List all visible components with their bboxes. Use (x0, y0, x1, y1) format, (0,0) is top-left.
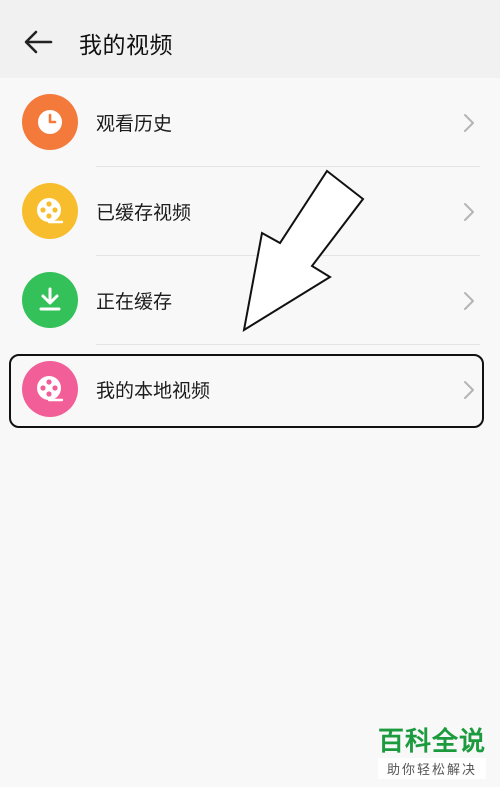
menu-item-label: 观看历史 (96, 113, 173, 135)
watermark-title: 百科全说 (377, 727, 486, 757)
menu-item-label: 正在缓存 (96, 291, 173, 313)
cached-videos-icon-circle (22, 183, 78, 239)
pointer-arrow-icon (242, 169, 365, 333)
back-button[interactable] (18, 24, 58, 60)
back-arrow-icon (24, 30, 53, 54)
menu-item-watch-history[interactable]: 观看历史 (0, 78, 500, 167)
menu-item-label: 已缓存视频 (96, 202, 192, 224)
chevron-right-icon (464, 114, 474, 132)
screen: 我的视频 观看历史 已缓存视频 正在缓存 我的本地视频 百科全说 助你轻松解决 (0, 0, 500, 787)
header-bar: 我的视频 (0, 0, 500, 78)
highlight-box (9, 354, 484, 428)
watch-history-icon-circle (22, 94, 78, 150)
page-title: 我的视频 (79, 33, 173, 59)
film-reel-icon (37, 198, 64, 224)
clock-icon (38, 110, 62, 134)
download-icon (39, 287, 61, 311)
watermark-subtitle: 助你轻松解决 (377, 758, 486, 779)
watermark: 百科全说 助你轻松解决 (377, 721, 486, 779)
chevron-right-icon (464, 292, 474, 310)
chevron-right-icon (464, 203, 474, 221)
caching-icon-circle (22, 272, 78, 328)
